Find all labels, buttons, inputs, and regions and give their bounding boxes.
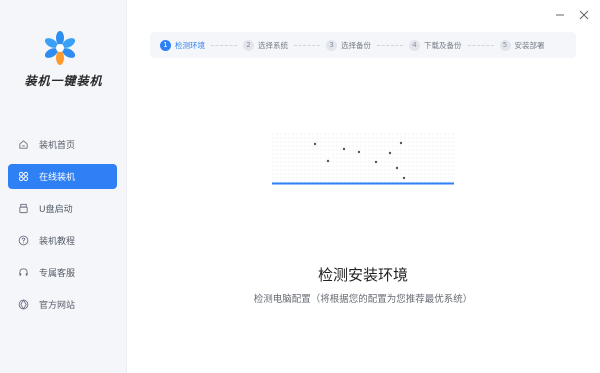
step-3: 3 选择备份 [326, 39, 371, 51]
sidebar-item-label: 专属客服 [39, 269, 76, 279]
globe-icon [17, 299, 29, 311]
step-number: 5 [499, 39, 511, 51]
sidebar-item-label: U盘启动 [39, 205, 73, 215]
scanning-illustration [272, 133, 454, 185]
step-number: 4 [409, 39, 420, 51]
sidebar: 装机一键装机 装机首页 在线装机 U盘启动 装机教程 专属客服 官方网站 [0, 0, 127, 373]
brand-name: 装机一键装机 [24, 74, 103, 88]
step-number: 1 [160, 39, 171, 51]
step-label: 下载及备份 [424, 40, 462, 50]
minimize-icon [555, 5, 565, 24]
page-title: 检测安装环境 [317, 266, 408, 284]
step-label: 选择备份 [341, 40, 371, 50]
usb-icon [17, 203, 29, 215]
step-separator [294, 44, 320, 46]
sidebar-item-label: 装机首页 [39, 141, 76, 151]
sidebar-item-label: 装机教程 [39, 237, 76, 247]
step-label: 选择系统 [258, 40, 288, 50]
step-number: 3 [326, 39, 337, 51]
sidebar-item-tutorial[interactable]: 装机教程 [8, 228, 117, 253]
app-window: 装机一键装机 装机首页 在线装机 U盘启动 装机教程 专属客服 官方网站 1 检… [0, 0, 600, 373]
minimize-button[interactable] [553, 7, 567, 21]
step-5: 5 安装部署 [499, 39, 545, 51]
logo-icon [44, 31, 76, 65]
step-number: 2 [243, 39, 254, 51]
online-install-icon [17, 171, 29, 183]
step-separator [377, 44, 403, 46]
sidebar-item-website[interactable]: 官方网站 [8, 292, 117, 317]
sidebar-item-support[interactable]: 专属客服 [8, 260, 117, 285]
sidebar-item-usb-boot[interactable]: U盘启动 [8, 196, 117, 221]
step-separator [467, 44, 494, 46]
page-subtitle: 检测电脑配置（将根据您的配置为您推荐最优系统） [253, 294, 473, 305]
sidebar-item-home[interactable]: 装机首页 [8, 132, 117, 157]
close-icon [579, 5, 589, 24]
sidebar-nav: 装机首页 在线装机 U盘启动 装机教程 专属客服 官方网站 [8, 132, 117, 324]
close-button[interactable] [577, 7, 591, 21]
headset-icon [17, 267, 29, 279]
sidebar-item-online-install[interactable]: 在线装机 [8, 164, 117, 189]
step-label: 检测环境 [175, 40, 205, 50]
home-icon [17, 139, 29, 151]
step-separator [211, 44, 237, 46]
sidebar-item-label: 官方网站 [39, 301, 76, 311]
step-4: 4 下载及备份 [409, 39, 462, 51]
step-progress-bar: 1 检测环境 2 选择系统 3 选择备份 4 下载及备份 5 安装部署 [150, 32, 576, 58]
step-1: 1 检测环境 [160, 39, 205, 51]
help-icon [17, 235, 29, 247]
sidebar-item-label: 在线装机 [39, 173, 76, 183]
step-label: 安装部署 [514, 40, 545, 50]
step-2: 2 选择系统 [243, 39, 288, 51]
